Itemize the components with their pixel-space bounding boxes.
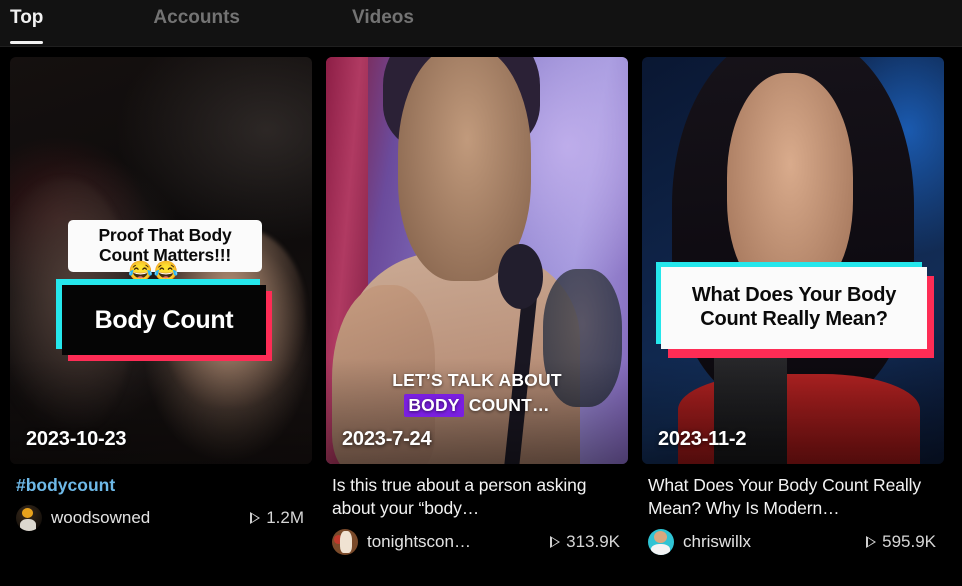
play-count-value: 313.9K: [566, 532, 620, 551]
video-meta: What Does Your Body Count Really Mean? W…: [642, 464, 944, 555]
play-count: 1.2M: [250, 508, 308, 528]
play-icon: [550, 536, 561, 548]
sticker-text: Body Count: [94, 305, 234, 334]
avatar[interactable]: [332, 529, 358, 555]
video-card[interactable]: What Does Your Body Count Really Mean? 2…: [642, 57, 944, 555]
sticker-text: What Does Your Body Count Really Mean?: [691, 284, 897, 330]
author-username[interactable]: woodsowned: [51, 507, 150, 529]
video-byline: chriswillx 595.9K: [648, 529, 940, 555]
tab-accounts-label: Accounts: [153, 7, 240, 28]
thumbnail-overlay-line1: LET’S TALK ABOUT: [392, 370, 562, 390]
play-icon: [250, 512, 261, 524]
thumbnail-overlay-line2: BODY COUNT…: [326, 394, 628, 417]
video-hashtag-link[interactable]: #bodycount: [16, 474, 308, 496]
tab-top-label: Top: [10, 7, 44, 28]
tab-videos[interactable]: Videos: [352, 6, 414, 30]
thumbnail-overlay-sticker: What Does Your Body Count Really Mean?: [656, 262, 934, 358]
tab-active-underline: [10, 41, 44, 44]
avatar[interactable]: [16, 505, 42, 531]
video-caption[interactable]: What Does Your Body Count Really Mean? W…: [648, 474, 940, 520]
play-count: 313.9K: [550, 532, 624, 552]
tab-accounts[interactable]: Accounts: [153, 6, 240, 30]
play-icon: [866, 536, 877, 548]
sticker-white-layer: What Does Your Body Count Really Mean?: [661, 267, 927, 349]
play-count: 595.9K: [866, 532, 940, 552]
avatar[interactable]: [648, 529, 674, 555]
overlay-highlight-word: BODY: [404, 394, 464, 417]
video-byline: tonightscon… 313.9K: [332, 529, 624, 555]
video-byline: woodsowned 1.2M: [16, 505, 308, 531]
video-date-badge: 2023-7-24: [342, 428, 432, 451]
video-card[interactable]: LET’S TALK ABOUT BODY COUNT… 2023-7-24 I…: [326, 57, 628, 555]
video-thumbnail[interactable]: LET’S TALK ABOUT BODY COUNT… 2023-7-24: [326, 57, 628, 464]
author-username[interactable]: tonightscon…: [367, 531, 471, 553]
tab-top[interactable]: Top: [10, 6, 44, 44]
video-thumbnail[interactable]: Proof That Body Count Matters!!! 😂😂 Body…: [10, 57, 312, 464]
sticker-black-layer: Body Count: [62, 285, 266, 355]
play-count-value: 595.9K: [882, 532, 936, 551]
thumbnail-overlay-sticker: Body Count: [56, 279, 272, 361]
video-meta: #bodycount woodsowned 1.2M: [10, 464, 312, 531]
overlay-line2-rest: COUNT…: [468, 395, 550, 415]
tab-videos-label: Videos: [352, 7, 414, 28]
video-card[interactable]: Proof That Body Count Matters!!! 😂😂 Body…: [10, 57, 312, 555]
video-caption[interactable]: Is this true about a person asking about…: [332, 474, 624, 520]
video-meta: Is this true about a person asking about…: [326, 464, 628, 555]
author-username[interactable]: chriswillx: [683, 531, 751, 553]
video-date-badge: 2023-11-2: [658, 428, 747, 451]
video-thumbnail[interactable]: What Does Your Body Count Really Mean? 2…: [642, 57, 944, 464]
search-tab-bar: Top Accounts Videos: [0, 0, 962, 47]
video-results-grid: Proof That Body Count Matters!!! 😂😂 Body…: [0, 47, 962, 555]
play-count-value: 1.2M: [266, 508, 304, 527]
video-date-badge: 2023-10-23: [26, 428, 127, 451]
